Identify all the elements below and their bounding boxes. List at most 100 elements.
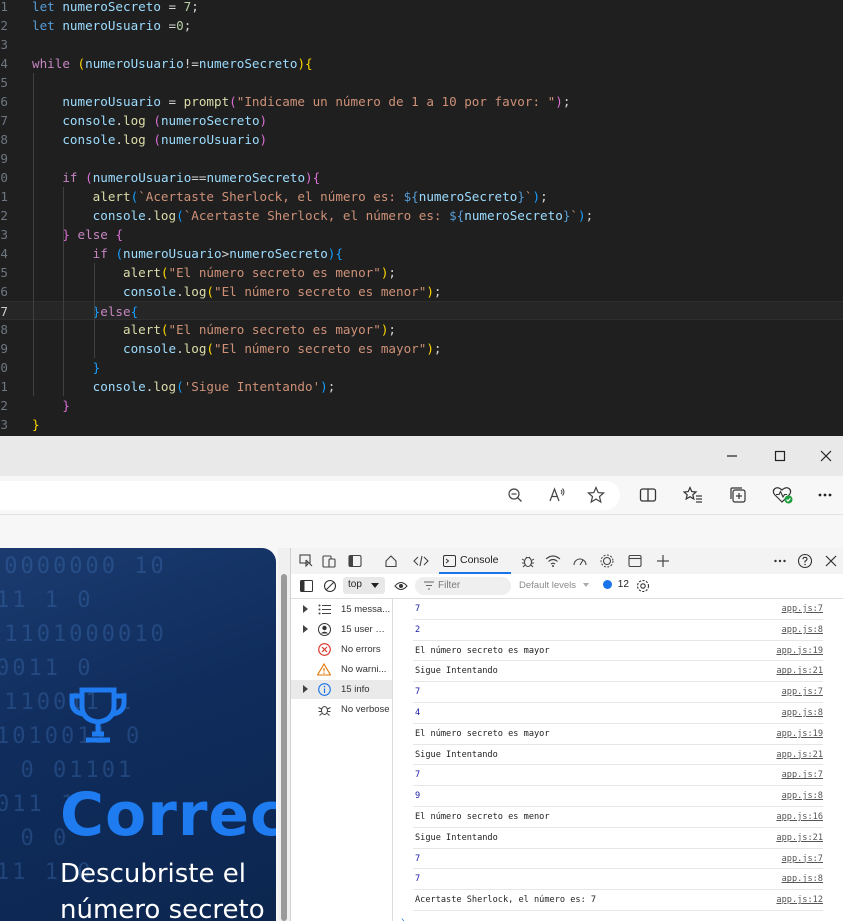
- collections-icon[interactable]: [726, 483, 750, 507]
- read-aloud-icon[interactable]: [545, 483, 569, 507]
- code-line[interactable]: 2 console.log(`Acertaste Sherlock, el nú…: [0, 206, 843, 225]
- code-token: else: [77, 227, 108, 242]
- code-line[interactable]: 6 numeroUsuario = prompt("Indicame un nú…: [0, 92, 843, 111]
- sidebar-item-info[interactable]: 15 info: [291, 680, 392, 699]
- console-source-link[interactable]: app.js:21: [776, 750, 823, 760]
- line-number: 2: [0, 398, 8, 413]
- elements-tab-icon[interactable]: [413, 553, 429, 569]
- clear-console-icon[interactable]: [322, 578, 338, 594]
- bug-sources-icon[interactable]: [520, 553, 536, 569]
- console-source-link[interactable]: app.js:8: [782, 791, 823, 801]
- dock-side-icon[interactable]: [347, 553, 363, 569]
- live-expression-eye-icon[interactable]: [393, 578, 409, 594]
- application-panel-icon[interactable]: [627, 553, 643, 569]
- code-line[interactable]: 0 if (numeroUsuario==numeroSecreto){: [0, 168, 843, 187]
- trophy-icon: [66, 684, 130, 753]
- code-line[interactable]: 5 alert("El número secreto es menor");: [0, 263, 843, 282]
- code-token: }: [92, 360, 101, 375]
- address-bar[interactable]: [0, 481, 620, 510]
- console-source-link[interactable]: app.js:8: [782, 708, 823, 718]
- favorites-list-icon[interactable]: [681, 483, 705, 507]
- close-icon[interactable]: [814, 444, 838, 468]
- device-emulation-icon[interactable]: [321, 553, 337, 569]
- console-source-link[interactable]: app.js:8: [782, 625, 823, 635]
- page-scrollbar[interactable]: [278, 548, 290, 921]
- console-source-link[interactable]: app.js:21: [776, 833, 823, 843]
- context-select[interactable]: top: [343, 577, 385, 594]
- split-screen-icon[interactable]: [636, 483, 660, 507]
- console-source-link[interactable]: app.js:7: [782, 770, 823, 780]
- code-text: console.log (numeroSecreto): [32, 111, 267, 130]
- code-line[interactable]: 3: [0, 35, 843, 54]
- console-source-link[interactable]: app.js:8: [782, 874, 823, 884]
- code-line[interactable]: 3 } else {: [0, 225, 843, 244]
- code-line[interactable]: 1 let numeroSecreto = 7;: [0, 0, 843, 16]
- code-line[interactable]: 7 }else{: [0, 301, 843, 320]
- code-line[interactable]: 3}: [0, 415, 843, 434]
- sidebar-item-list[interactable]: 15 messa...: [291, 600, 392, 619]
- console-sidebar-toggle-icon[interactable]: [298, 578, 314, 594]
- console-prompt[interactable]: ›: [401, 915, 404, 921]
- more-menu-icon[interactable]: [813, 483, 837, 507]
- console-sidebar: 15 messa... 15 user m... No errors No warni…: [291, 599, 393, 921]
- console-source-link[interactable]: app.js:19: [776, 646, 823, 656]
- code-token: numeroUsuario: [123, 246, 222, 261]
- code-line[interactable]: 7 console.log (numeroSecreto): [0, 111, 843, 130]
- console-source-link[interactable]: app.js:19: [776, 729, 823, 739]
- inspect-element-icon[interactable]: [298, 553, 314, 569]
- expand-arrow-icon[interactable]: [303, 625, 308, 633]
- browser-essentials-icon[interactable]: [771, 483, 795, 507]
- code-line[interactable]: 4 if (numeroUsuario>numeroSecreto){: [0, 244, 843, 263]
- code-line[interactable]: 2 let numeroUsuario =0;: [0, 16, 843, 35]
- code-line[interactable]: 9: [0, 149, 843, 168]
- help-icon[interactable]: [797, 553, 813, 569]
- favorite-star-icon[interactable]: [584, 483, 608, 507]
- code-line[interactable]: 0 }: [0, 358, 843, 377]
- log-levels-dropdown[interactable]: Default levels: [519, 580, 589, 591]
- sidebar-item-bug[interactable]: No verbose: [291, 700, 392, 719]
- devtools-more-icon[interactable]: [772, 553, 788, 569]
- sidebar-item-user[interactable]: 15 user m...: [291, 620, 392, 639]
- line-number: 3: [0, 37, 8, 52]
- code-line[interactable]: 9 console.log("El número secreto es mayo…: [0, 339, 843, 358]
- expand-arrow-icon[interactable]: [303, 685, 308, 693]
- line-number: 6: [0, 284, 8, 299]
- code-line[interactable]: 4 while (numeroUsuario!=numeroSecreto){: [0, 54, 843, 73]
- welcome-home-icon[interactable]: [383, 553, 399, 569]
- code-text: if (numeroUsuario==numeroSecreto){: [32, 168, 320, 187]
- console-log[interactable]: 7 app.js:7 2 app.js:8 El número secreto es m…: [393, 599, 843, 921]
- code-text: console.log(`Acertaste Sherlock, el núme…: [32, 206, 594, 225]
- devtools-close-icon[interactable]: [823, 553, 839, 569]
- code-line[interactable]: 2 }: [0, 396, 843, 415]
- console-source-link[interactable]: app.js:7: [782, 687, 823, 697]
- minimize-icon[interactable]: [720, 444, 744, 468]
- console-source-link[interactable]: app.js:7: [782, 854, 823, 864]
- console-settings-gear-icon[interactable]: [635, 578, 651, 594]
- code-line[interactable]: 1 console.log('Sigue Intentando');: [0, 377, 843, 396]
- maximize-icon[interactable]: [768, 444, 792, 468]
- console-source-link[interactable]: app.js:12: [776, 895, 823, 905]
- issues-counter[interactable]: 12: [603, 579, 629, 590]
- sidebar-item-error[interactable]: No errors: [291, 640, 392, 659]
- filter-input[interactable]: Filter: [415, 577, 511, 595]
- code-line[interactable]: 1 alert(`Acertaste Sherlock, el número e…: [0, 187, 843, 206]
- network-wifi-icon[interactable]: [545, 553, 561, 569]
- memory-chip-icon[interactable]: [599, 553, 615, 569]
- add-tab-icon[interactable]: [655, 553, 671, 569]
- code-line[interactable]: 8 alert("El número secreto es mayor");: [0, 320, 843, 339]
- console-message-row: Sigue Intentando app.js:21: [413, 828, 823, 849]
- page-scrollbar-thumb[interactable]: [281, 574, 287, 921]
- code-line[interactable]: 5: [0, 73, 843, 92]
- console-source-link[interactable]: app.js:16: [776, 812, 823, 822]
- sidebar-item-warning[interactable]: No warni...: [291, 660, 392, 679]
- expand-arrow-icon[interactable]: [303, 605, 308, 613]
- code-editor[interactable]: 1 let numeroSecreto = 7; 2 let numeroUsuari…: [0, 0, 843, 436]
- performance-gauge-icon[interactable]: [572, 553, 588, 569]
- zoom-out-icon[interactable]: [503, 483, 527, 507]
- code-line[interactable]: 8 console.log (numeroUsuario): [0, 130, 843, 149]
- console-source-link[interactable]: app.js:21: [776, 666, 823, 676]
- console-source-link[interactable]: app.js:7: [782, 604, 823, 614]
- tab-console[interactable]: Console: [439, 548, 511, 574]
- code-line[interactable]: 6 console.log("El número secreto es meno…: [0, 282, 843, 301]
- code-token: {: [312, 170, 321, 185]
